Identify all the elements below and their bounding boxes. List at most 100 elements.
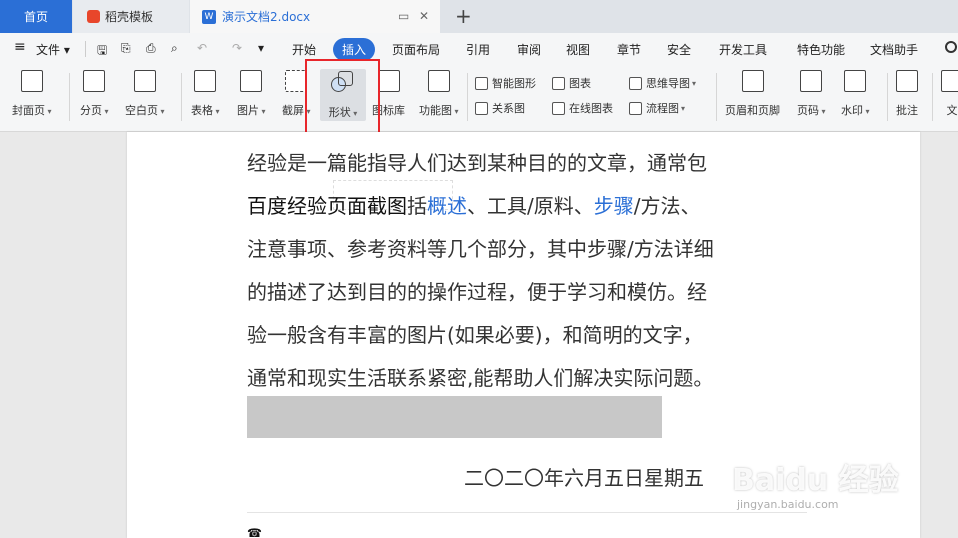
docer-icon bbox=[87, 10, 100, 23]
float-window-icon[interactable]: ▭ bbox=[398, 9, 409, 23]
chart-button[interactable]: 图表 bbox=[552, 75, 591, 91]
menu-view[interactable]: 视图 bbox=[566, 41, 590, 58]
paragraph-line: 通常和现实生活联系紧密,能帮助人们解决实际问题。 bbox=[247, 366, 714, 390]
text-box-icon bbox=[941, 70, 958, 92]
function-chart-icon bbox=[427, 70, 450, 92]
document-paragraph[interactable]: 经验是一篇能指导人们达到某种目的的文章，通常包 百度经验页面截图括概述、工具/原… bbox=[247, 142, 807, 400]
online-chart-icon bbox=[552, 101, 565, 115]
tab-bar: 首页 稻壳模板 W 演示文档2.docx ▭ ✕ + bbox=[0, 0, 958, 33]
overview-link[interactable]: 概述 bbox=[427, 194, 467, 218]
tab-home[interactable]: 首页 bbox=[0, 0, 72, 33]
file-menu[interactable]: 文件 ▾ bbox=[36, 41, 70, 58]
page-break-button[interactable]: 分页 bbox=[80, 70, 109, 118]
menu-review[interactable]: 审阅 bbox=[517, 41, 541, 58]
watermark-label: 水印 bbox=[841, 102, 870, 118]
search-icon[interactable] bbox=[945, 41, 957, 53]
menu-security[interactable]: 安全 bbox=[667, 41, 691, 58]
export-pdf-icon[interactable]: ⎘ bbox=[121, 41, 131, 56]
text-run: /方法、 bbox=[633, 194, 701, 218]
menu-developer-tools[interactable]: 开发工具 bbox=[719, 41, 767, 58]
new-tab-button[interactable]: + bbox=[455, 4, 472, 28]
ribbon-divider bbox=[716, 73, 717, 121]
text-box-button[interactable]: 文 bbox=[941, 70, 958, 118]
bar-chart-icon bbox=[552, 76, 565, 90]
watermark-icon bbox=[844, 70, 867, 92]
table-icon bbox=[194, 70, 217, 92]
tab-document-label: 演示文档2.docx bbox=[222, 10, 311, 24]
menu-insert[interactable]: 插入 bbox=[333, 38, 376, 61]
writer-doc-icon: W bbox=[202, 9, 216, 24]
close-tab-icon[interactable]: ✕ bbox=[419, 9, 429, 23]
menu-bar: ≡ 文件 ▾ 🖫 ⎘ ⎙ ⌕ ↶ ↷ ▾ 开始 插入 页面布局 引用 审阅 视图… bbox=[0, 33, 958, 65]
save-icon[interactable]: 🖫 bbox=[97, 41, 107, 62]
flowchart-button[interactable]: 流程图 bbox=[629, 100, 685, 116]
redo-icon[interactable]: ↷ bbox=[232, 41, 242, 55]
gray-placeholder-bar[interactable] bbox=[247, 396, 662, 438]
tab-docer-templates[interactable]: 稻壳模板 bbox=[73, 0, 189, 33]
blank-page-icon bbox=[133, 70, 156, 92]
picture-button[interactable]: 图片 bbox=[237, 70, 266, 118]
paragraph-line: 的描述了达到目的的操作过程，便于学习和模仿。经 bbox=[247, 280, 707, 304]
ribbon-divider bbox=[932, 73, 933, 121]
ribbon-divider bbox=[181, 73, 182, 121]
baidu-jingyan-url: jingyan.baidu.com bbox=[737, 498, 839, 511]
paragraph-line: 验一般含有丰富的图片(如果必要)，和简明的文字， bbox=[247, 323, 703, 347]
menu-references[interactable]: 引用 bbox=[466, 41, 490, 58]
mind-map-icon bbox=[629, 76, 642, 90]
paragraph-line: 百度经验页面截图括概述、工具/原料、步骤/方法、 bbox=[247, 185, 807, 228]
smart-graphic-icon bbox=[475, 76, 488, 90]
header-footer-button[interactable]: 页眉和页脚 bbox=[725, 70, 780, 118]
file-menu-label: 文件 bbox=[36, 43, 61, 57]
menu-special-features[interactable]: 特色功能 bbox=[797, 41, 845, 58]
mind-map-label: 思维导图 bbox=[646, 77, 690, 90]
online-chart-button[interactable]: 在线图表 bbox=[552, 100, 613, 116]
shape-highlight-box bbox=[305, 59, 380, 139]
chart-label: 图表 bbox=[569, 77, 591, 90]
menu-doc-assistant[interactable]: 文档助手 bbox=[870, 41, 918, 58]
date-line: 二〇二〇年六月五日星期五 bbox=[464, 466, 704, 490]
quick-access-dropdown-icon[interactable]: ▾ bbox=[258, 41, 264, 55]
cover-page-icon bbox=[20, 70, 43, 92]
hamburger-menu-icon[interactable]: ≡ bbox=[14, 39, 26, 55]
steps-link[interactable]: 步骤 bbox=[594, 194, 634, 218]
print-preview-icon[interactable]: ⌕ bbox=[171, 41, 178, 56]
ribbon-divider bbox=[69, 73, 70, 121]
page-break-label: 分页 bbox=[80, 102, 109, 118]
function-chart-label: 功能图 bbox=[419, 102, 459, 118]
screenshot-icon bbox=[285, 70, 308, 92]
tab-docer-label: 稻壳模板 bbox=[105, 10, 154, 24]
menu-chapter[interactable]: 章节 bbox=[617, 41, 641, 58]
relation-chart-button[interactable]: 关系图 bbox=[475, 100, 525, 116]
flowchart-label: 流程图 bbox=[646, 102, 679, 115]
print-icon[interactable]: ⎙ bbox=[146, 41, 156, 56]
blank-page-button[interactable]: 空白页 bbox=[125, 70, 165, 118]
flowchart-icon bbox=[629, 101, 642, 115]
header-footer-icon bbox=[741, 70, 764, 92]
text-run: 括 bbox=[407, 194, 427, 218]
smart-graphic-button[interactable]: 智能图形 bbox=[475, 75, 536, 91]
function-chart-button[interactable]: 功能图 bbox=[419, 70, 459, 118]
watermark-button[interactable]: 水印 bbox=[841, 70, 870, 118]
text-run: 、工具/原料、 bbox=[467, 194, 594, 218]
menu-start[interactable]: 开始 bbox=[292, 41, 316, 58]
undo-icon[interactable]: ↶ bbox=[197, 41, 207, 55]
phone-glyph-icon: ☎ bbox=[247, 526, 262, 538]
blank-page-label: 空白页 bbox=[125, 102, 165, 118]
page-number-button[interactable]: 页码 bbox=[797, 70, 826, 118]
picture-icon bbox=[240, 70, 263, 92]
paragraph-line: 注意事项、参考资料等几个部分，其中步骤/方法详细 bbox=[247, 237, 714, 261]
page-number-label: 页码 bbox=[797, 102, 826, 118]
ribbon-divider bbox=[887, 73, 888, 121]
table-button[interactable]: 表格 bbox=[191, 70, 220, 118]
relation-chart-icon bbox=[475, 101, 488, 115]
mind-map-button[interactable]: 思维导图 bbox=[629, 75, 696, 91]
overlay-title: 百度经验页面截图 bbox=[247, 194, 407, 218]
wps-writer-window: 首页 稻壳模板 W 演示文档2.docx ▭ ✕ + ≡ 文件 ▾ 🖫 ⎘ ⎙ … bbox=[0, 0, 958, 538]
menu-page-layout[interactable]: 页面布局 bbox=[392, 41, 440, 58]
page-break-icon bbox=[83, 70, 106, 92]
paragraph-line: 经验是一篇能指导人们达到某种目的的文章，通常包 bbox=[247, 151, 707, 175]
ribbon-divider bbox=[467, 73, 468, 121]
comment-button[interactable]: 批注 bbox=[896, 70, 918, 118]
cover-page-button[interactable]: 封面页 bbox=[12, 70, 52, 118]
comment-icon bbox=[896, 70, 918, 92]
